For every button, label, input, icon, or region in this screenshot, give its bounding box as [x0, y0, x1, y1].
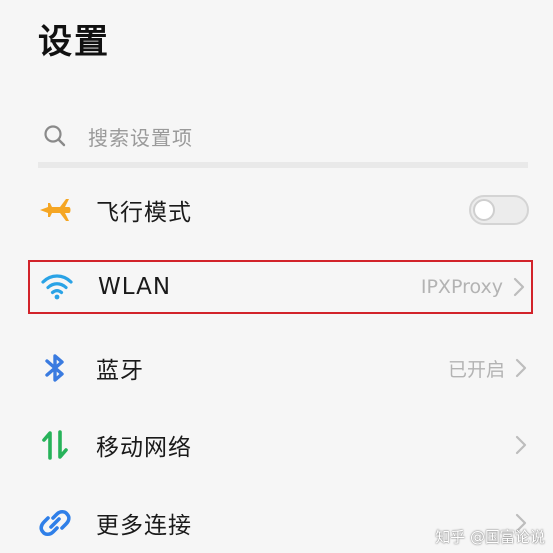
settings-item-label: 蓝牙 [96, 358, 144, 384]
search-icon [42, 123, 68, 149]
page-title: 设置 [38, 22, 110, 62]
airplane-icon [38, 193, 72, 227]
wlan-network-name: IPXProxy [420, 276, 503, 298]
search-bar[interactable]: 搜索设置项 [38, 110, 528, 168]
settings-screen: 设置 搜索设置项 飞行模式 WLAN IPXProxy 蓝牙 已开启 移动网络 … [0, 0, 553, 553]
settings-item-wlan[interactable]: WLAN IPXProxy [28, 260, 533, 314]
chevron-right-icon [513, 433, 529, 457]
link-icon [38, 506, 72, 540]
chevron-right-icon [513, 356, 529, 380]
settings-item-airplane-mode[interactable]: 飞行模式 [28, 180, 533, 240]
airplane-mode-toggle[interactable] [469, 195, 529, 225]
settings-item-bluetooth[interactable]: 蓝牙 已开启 [28, 338, 533, 398]
toggle-knob [473, 199, 495, 221]
wifi-icon [40, 270, 74, 304]
chevron-right-icon [511, 275, 527, 299]
bluetooth-icon [38, 351, 72, 385]
settings-item-label: 移动网络 [96, 435, 192, 461]
mobile-network-icon [38, 428, 72, 462]
settings-item-mobile-network[interactable]: 移动网络 [28, 415, 533, 475]
search-input-placeholder[interactable]: 搜索设置项 [88, 122, 193, 151]
settings-item-label: WLAN [98, 274, 172, 300]
settings-item-label: 飞行模式 [96, 200, 192, 226]
watermark: 知乎 @国富论说 [435, 528, 545, 546]
bluetooth-status: 已开启 [447, 358, 505, 381]
